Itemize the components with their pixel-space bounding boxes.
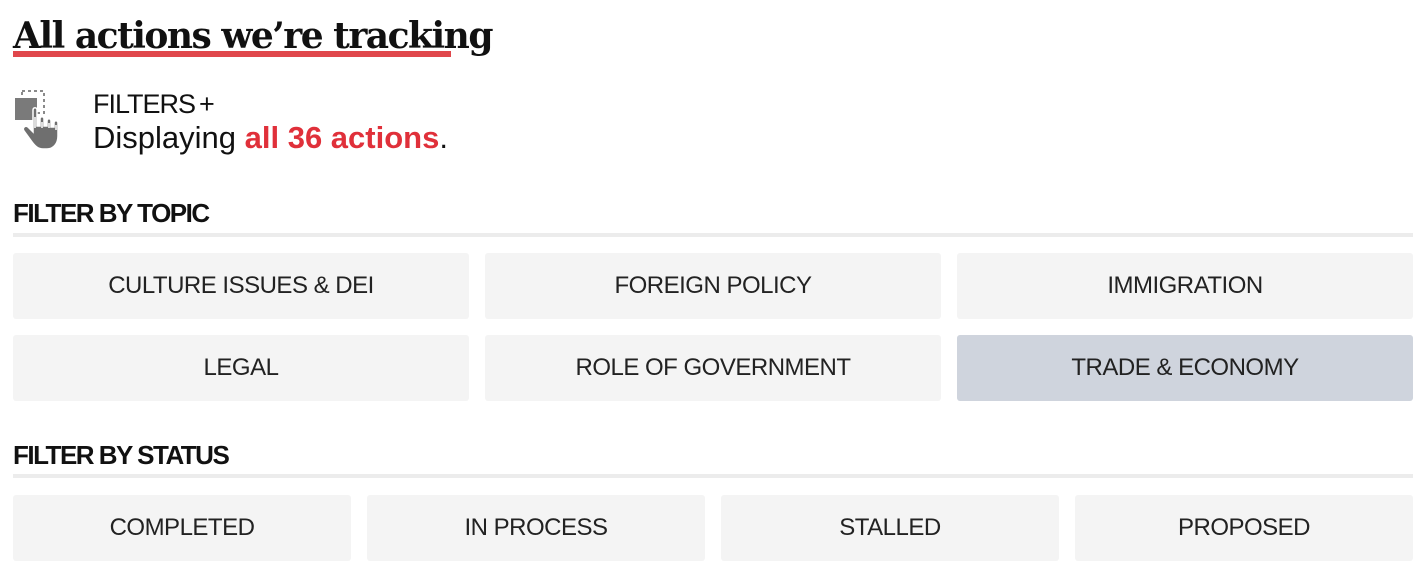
status-filter-group: COMPLETED IN PROCESS STALLED PROPOSED <box>13 495 1413 561</box>
topic-button-foreign-policy[interactable]: FOREIGN POLICY <box>485 253 941 319</box>
topic-button-culture-issues-dei[interactable]: CULTURE ISSUES & DEI <box>13 253 469 319</box>
results-summary-suffix: . <box>439 120 448 155</box>
hand-pointer-icon[interactable] <box>14 88 80 154</box>
status-filter-heading: FILTER BY STATUS <box>13 440 230 470</box>
status-button-in-process[interactable]: IN PROCESS <box>367 495 705 561</box>
status-button-completed[interactable]: COMPLETED <box>13 495 351 561</box>
topic-button-legal[interactable]: LEGAL <box>13 335 469 401</box>
status-divider <box>13 474 1413 478</box>
status-button-stalled[interactable]: STALLED <box>721 495 1059 561</box>
results-summary-prefix: Displaying <box>93 120 245 155</box>
results-count: all 36 actions <box>244 120 440 155</box>
topic-filter-group: CULTURE ISSUES & DEI FOREIGN POLICY IMMI… <box>13 253 1413 401</box>
filters-label-text: FILTERS <box>93 89 196 119</box>
filters-toggle[interactable]: FILTERS + <box>93 88 215 120</box>
topic-button-immigration[interactable]: IMMIGRATION <box>957 253 1413 319</box>
status-button-proposed[interactable]: PROPOSED <box>1075 495 1413 561</box>
topic-button-role-of-government[interactable]: ROLE OF GOVERNMENT <box>485 335 941 401</box>
title-underline <box>13 51 451 57</box>
topic-filter-heading: FILTER BY TOPIC <box>13 198 210 228</box>
topic-divider <box>13 233 1413 237</box>
plus-icon: + <box>199 89 215 119</box>
topic-button-trade-economy[interactable]: TRADE & ECONOMY <box>957 335 1413 401</box>
results-summary: Displaying all 36 actions. <box>93 120 448 156</box>
